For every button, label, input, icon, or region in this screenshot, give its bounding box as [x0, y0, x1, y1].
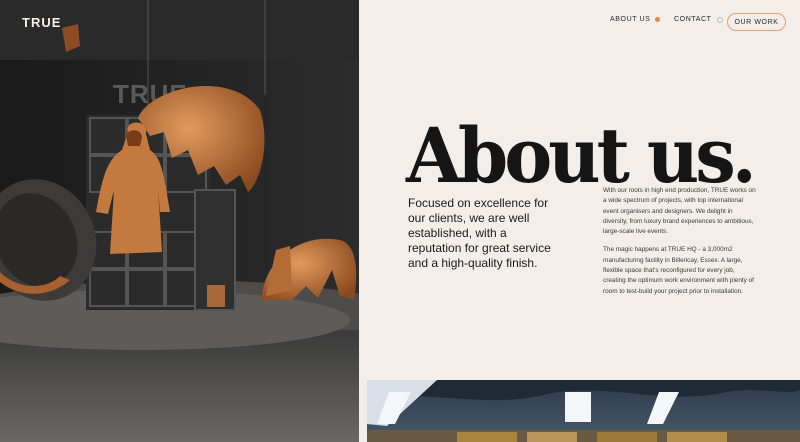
facility-photo-illustration	[367, 380, 800, 442]
logo[interactable]: TRUE	[22, 15, 61, 30]
nav-about-us[interactable]: ABOUT US	[610, 16, 661, 23]
body-paragraph: The magic happens at TRUE HQ - a 3,000m2…	[603, 246, 754, 295]
facility-image	[367, 380, 800, 442]
inactive-dot-icon	[716, 16, 723, 23]
nav-contact-label: CONTACT	[674, 16, 712, 23]
our-work-button[interactable]: OUR WORK	[727, 13, 786, 31]
lead-text: Focused on excellence for our clients, w…	[408, 196, 551, 270]
active-dot-icon	[655, 17, 661, 22]
hero-image: TRUE TRUE	[0, 0, 359, 442]
hero-scene-illustration: TRUE	[0, 0, 359, 442]
nav-contact[interactable]: CONTACT	[674, 16, 723, 23]
body-paragraph: With our roots in high end production, T…	[603, 187, 756, 236]
top-nav: ABOUT US CONTACT OUR WORK	[359, 0, 800, 44]
page-title: About us.	[406, 111, 757, 201]
nav-about-us-label: ABOUT US	[610, 16, 651, 23]
body-text: With our roots in high end production, T…	[603, 186, 759, 305]
about-panel: ABOUT US CONTACT OUR WORK About us. Focu…	[359, 0, 800, 442]
